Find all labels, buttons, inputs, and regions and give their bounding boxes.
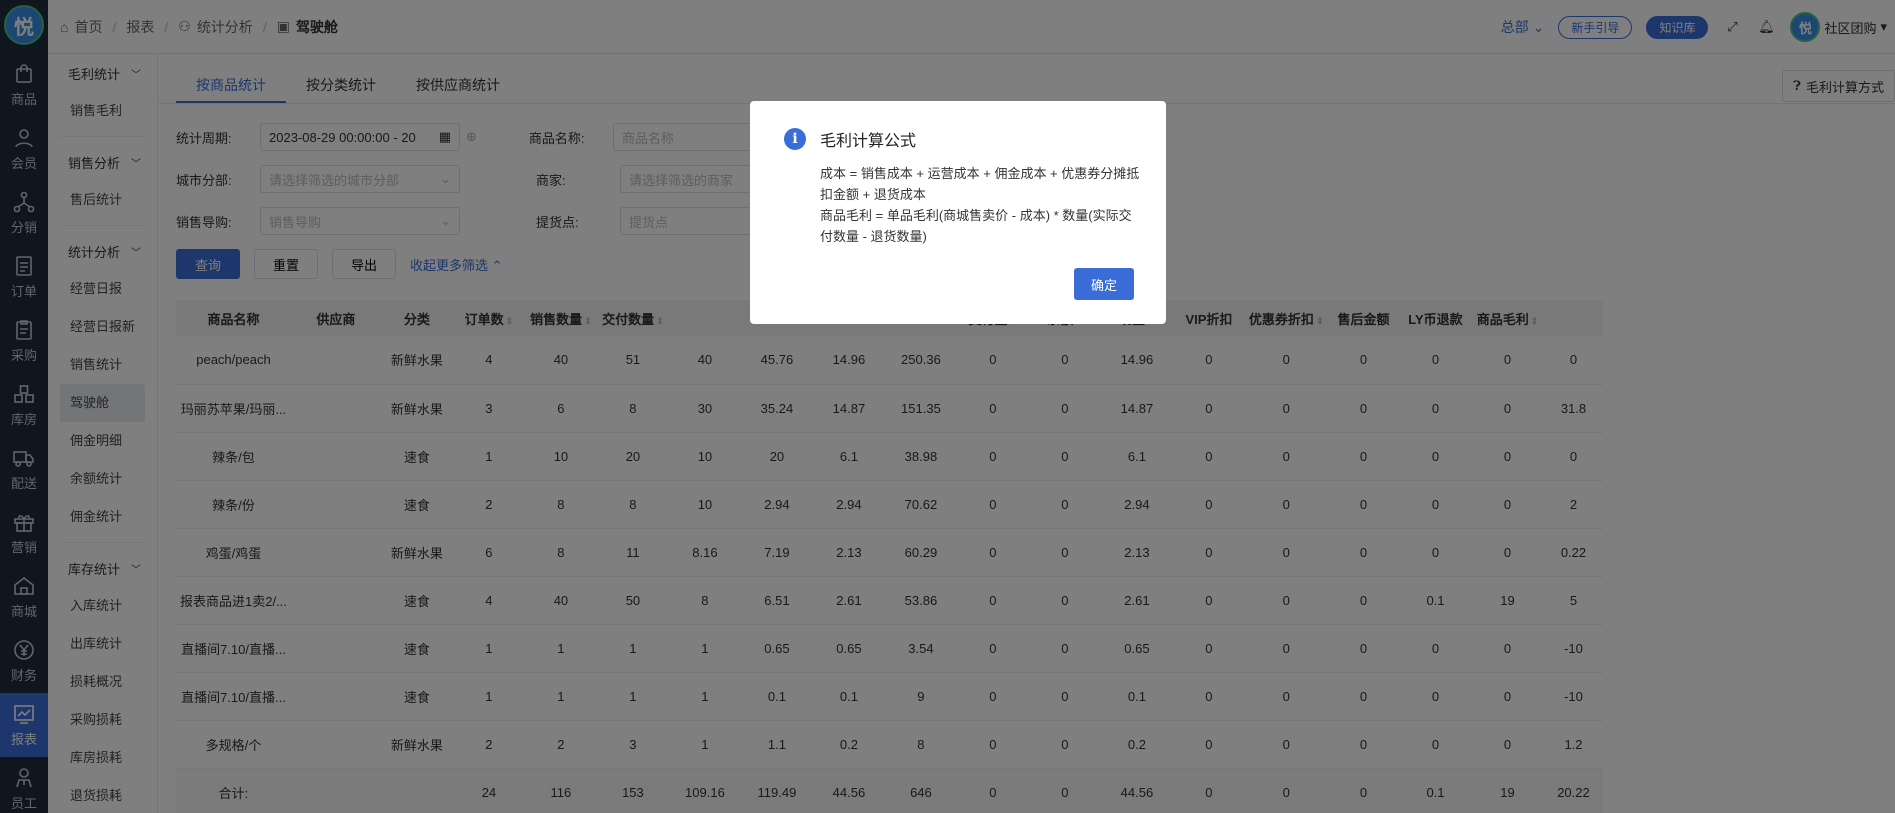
formula-dialog: i 毛利计算公式 成本 = 销售成本 + 运营成本 + 佣金成本 + 优惠券分摊… xyxy=(750,101,1166,324)
info-icon: i xyxy=(784,128,806,150)
formula-margin: 商品毛利 = 单品毛利(商城售卖价 - 成本) * 数量(实际交付数量 - 退货… xyxy=(820,208,1132,244)
dialog-title: 毛利计算公式 xyxy=(820,133,917,150)
formula-cost: 成本 = 销售成本 + 运营成本 + 佣金成本 + 优惠券分摊抵扣金额 + 退货… xyxy=(820,166,1140,202)
confirm-button[interactable]: 确定 xyxy=(1074,268,1134,300)
